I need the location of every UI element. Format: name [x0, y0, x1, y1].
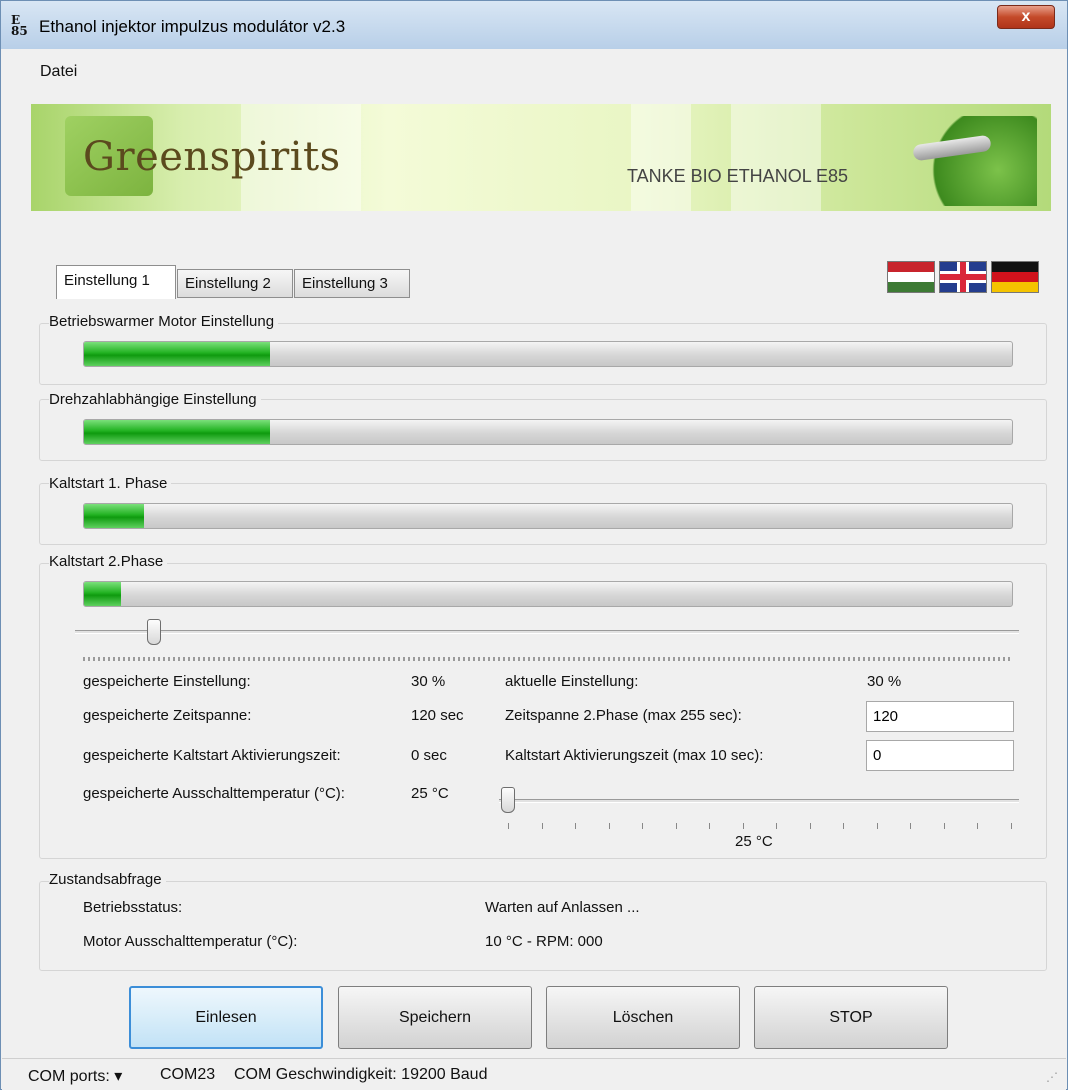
greenspirits-logo: Greenspirits — [83, 134, 341, 180]
stop-button[interactable]: STOP — [754, 986, 948, 1049]
slider-tick — [843, 823, 844, 829]
operating-status-value: Warten auf Anlassen ... — [485, 899, 640, 916]
time-input-label: Zeitspanne 2.Phase (max 255 sec): — [505, 707, 742, 724]
progress-fill — [84, 342, 270, 366]
warm-engine-progress — [83, 341, 1013, 367]
saved-time-value: 120 sec — [411, 707, 464, 724]
hungarian-flag-icon[interactable] — [887, 261, 935, 293]
read-button[interactable]: Einlesen — [129, 986, 323, 1049]
app-icon-number: 85 — [11, 24, 28, 38]
menu-bar: Datei — [2, 49, 1066, 99]
group-status — [39, 881, 1047, 971]
slider-tick — [876, 823, 878, 829]
coldstart-phase1-label: Kaltstart 1. Phase — [49, 475, 172, 492]
english-flag-icon[interactable] — [939, 261, 987, 293]
slider-tick — [608, 823, 610, 829]
current-setting-value: 30 % — [867, 673, 902, 690]
coldstart-phase1-progress — [83, 503, 1013, 529]
progress-fill — [84, 420, 270, 444]
progress-fill — [84, 504, 145, 528]
close-button[interactable]: x — [997, 5, 1055, 29]
com-ports-label: COM ports: — [28, 1068, 110, 1085]
slider-tick — [709, 823, 710, 829]
banner-glow — [731, 104, 821, 211]
resize-grip-icon[interactable]: ⋰ — [1046, 1070, 1058, 1084]
window-title: Ethanol injektor impulzus modulátor v2.3 — [39, 17, 346, 36]
phase2-slider-ticks — [83, 657, 1013, 661]
delete-button[interactable]: Löschen — [546, 986, 740, 1049]
slider-tick — [977, 823, 978, 829]
temp-slider-thumb[interactable] — [501, 787, 515, 813]
rpm-dependent-label: Drehzahlabhängige Einstellung — [49, 391, 261, 408]
status-group-label: Zustandsabfrage — [49, 871, 166, 888]
slider-tick — [508, 823, 509, 829]
greenspirits-banner: Greenspirits TANKE BIO ETHANOL E85 — [31, 104, 1051, 211]
title-bar[interactable]: E 85 Ethanol injektor impulzus modulátor… — [1, 1, 1067, 49]
saved-setting-label: gespeicherte Einstellung: — [83, 673, 251, 690]
slider-tick — [675, 823, 677, 829]
operating-status-label: Betriebsstatus: — [83, 899, 183, 916]
save-button[interactable]: Speichern — [338, 986, 532, 1049]
app-window: E 85 Ethanol injektor impulzus modulátor… — [0, 0, 1068, 1090]
temp-slider-track[interactable] — [499, 799, 1019, 803]
coldstart-phase2-label: Kaltstart 2.Phase — [49, 553, 168, 570]
fuel-pump-icon — [907, 116, 1037, 206]
com-port-value: COM23 — [160, 1066, 216, 1083]
status-bar: COM ports: ▾ COM23 COM Geschwindigkeit: … — [2, 1058, 1066, 1090]
e85-app-icon: E 85 — [11, 14, 33, 38]
slider-tick — [776, 823, 777, 829]
coldstart-phase2-progress — [83, 581, 1013, 607]
progress-fill — [84, 582, 122, 606]
rpm-dependent-progress — [83, 419, 1013, 445]
engine-temp-value: 10 °C - RPM: 000 — [485, 933, 603, 950]
saved-setting-value: 30 % — [411, 673, 446, 690]
saved-time-label: gespeicherte Zeitspanne: — [83, 707, 252, 724]
com-speed: COM Geschwindigkeit: 19200 Baud — [234, 1066, 488, 1083]
activation-input-label: Kaltstart Aktivierungszeit (max 10 sec): — [505, 747, 764, 764]
saved-shutoff-value: 25 °C — [411, 785, 449, 802]
slider-tick — [541, 823, 543, 829]
slider-tick — [742, 823, 744, 829]
banner-tagline: TANKE BIO ETHANOL E85 — [627, 166, 849, 186]
phase2-slider-thumb[interactable] — [147, 619, 161, 645]
engine-temp-label: Motor Ausschalttemperatur (°C): — [83, 933, 298, 950]
slider-tick — [809, 823, 811, 829]
german-flag-icon[interactable] — [991, 261, 1039, 293]
com-ports-dropdown[interactable]: COM ports: ▾ — [28, 1066, 122, 1086]
chevron-down-icon: ▾ — [114, 1068, 123, 1085]
slider-tick — [910, 823, 911, 829]
warm-engine-label: Betriebswarmer Motor Einstellung — [49, 313, 279, 330]
slider-tick — [943, 823, 945, 829]
menu-file[interactable]: Datei — [40, 63, 77, 81]
tab-einstellung-3[interactable]: Einstellung 3 — [294, 269, 410, 298]
slider-tick — [1010, 823, 1012, 829]
saved-activation-label: gespeicherte Kaltstart Aktivierungszeit: — [83, 747, 341, 764]
phase2-slider-track[interactable] — [75, 630, 1019, 634]
banner-glow — [631, 104, 691, 211]
saved-activation-value: 0 sec — [411, 747, 447, 764]
tab-einstellung-2[interactable]: Einstellung 2 — [177, 269, 293, 298]
slider-tick — [575, 823, 576, 829]
slider-tick — [642, 823, 643, 829]
current-setting-label: aktuelle Einstellung: — [505, 673, 639, 690]
time-input[interactable] — [866, 701, 1014, 732]
tab-einstellung-1[interactable]: Einstellung 1 — [56, 265, 176, 299]
saved-shutoff-label: gespeicherte Ausschalttemperatur (°C): — [83, 785, 345, 802]
activation-input[interactable] — [866, 740, 1014, 771]
temp-value: 25 °C — [735, 833, 773, 850]
